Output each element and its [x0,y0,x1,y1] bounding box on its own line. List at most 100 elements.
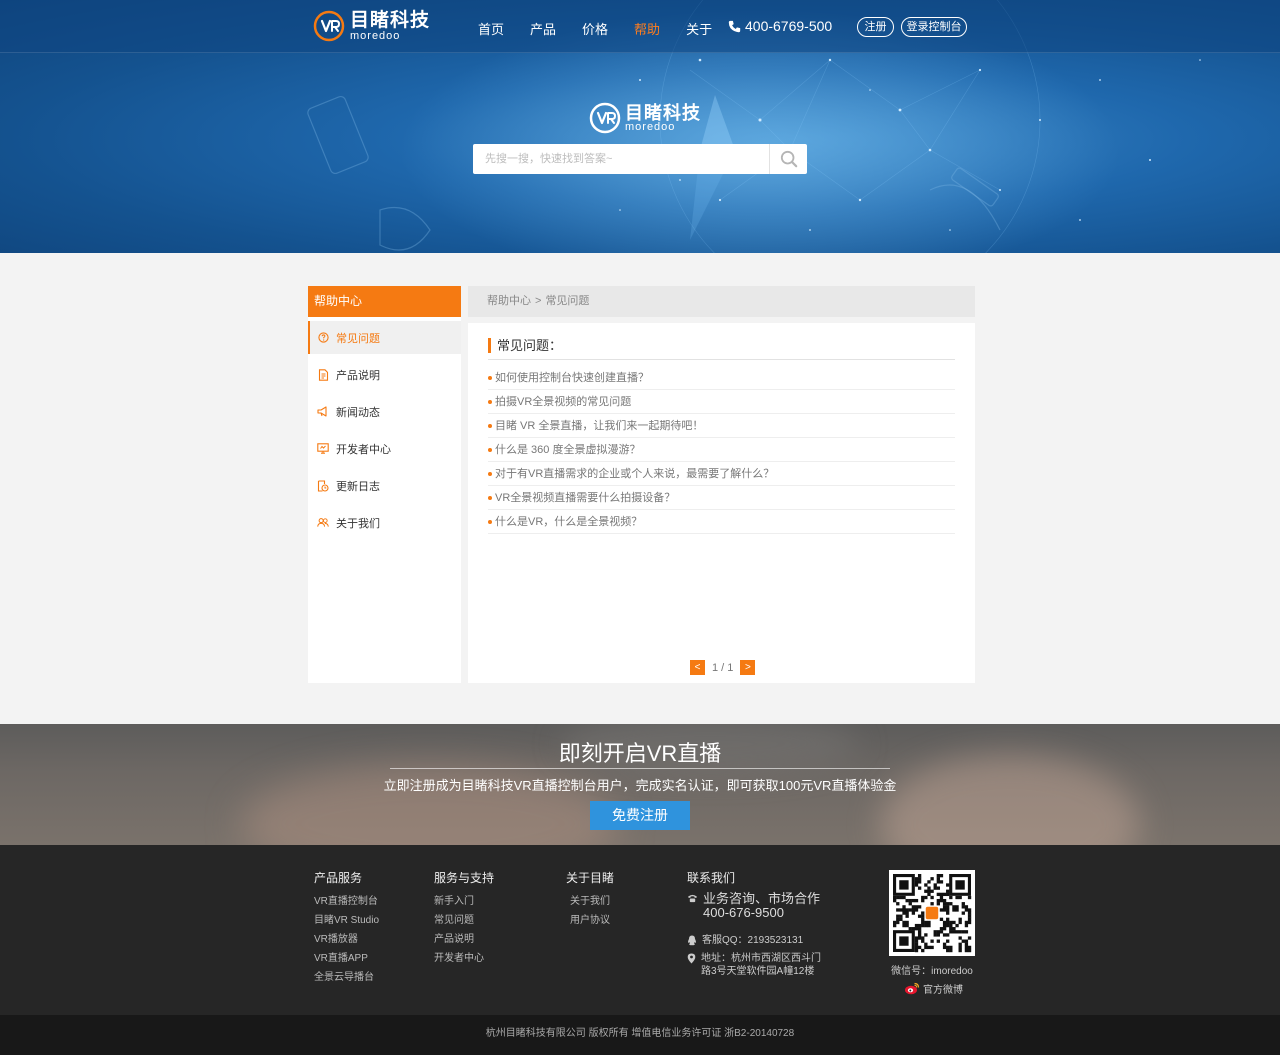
wechat-id: 微信号：imoredoo [891,966,973,977]
breadcrumb-separator: > [535,295,542,307]
search-input[interactable] [473,144,763,174]
hero-banner: 目睹科技 moredoo 首页 产品 价格 帮助 关于 400-6769-500… [0,0,1280,253]
qq-contact: 客服QQ：2193523131 [687,934,821,947]
update-log-icon [317,479,329,492]
faq-list: 如何使用控制台快速创建直播？ 拍摄VR全景视频的常见问题 目睹 VR 全景直播，… [488,366,955,534]
business-phone: 400-676-9500 [703,905,784,920]
login-console-button[interactable]: 登录控制台 [901,17,967,37]
megaphone-icon [317,406,329,418]
footer-column-title: 服务与支持 [434,871,495,885]
hero-brand-name-en: moredoo [625,120,676,133]
search-icon [780,150,797,168]
cta-divider [390,768,890,769]
help-search-box [473,144,807,174]
faq-item[interactable]: 什么是 360 度全景虚拟漫游？ [488,438,955,462]
sidebar-item-label: 更新日志 [336,480,380,493]
sidebar-item-changelog[interactable]: 更新日志 [308,469,461,502]
sidebar-item-label: 关于我们 [336,517,380,530]
footer: 产品服务 VR直播控制台 目睹VR Studio VR播放器 VR直播APP 全… [0,845,1280,1015]
sidebar-item-label: 开发者中心 [336,443,391,456]
vr-logo-icon [589,102,621,134]
footer-link[interactable]: 关于我们 [566,892,614,911]
footer-column-about: 关于目睹 关于我们 用户协议 [566,869,614,930]
footer-link[interactable]: VR直播APP [314,949,379,968]
help-sidebar: 帮助中心 常见问题 产品说明 新闻动态 开发者中心 更新日志 关于我们 [308,286,461,683]
footer-link[interactable]: 全景云导播台 [314,968,379,987]
faq-item[interactable]: VR全景视频直播需要什么拍摄设备？ [488,486,955,510]
breadcrumb-root[interactable]: 帮助中心 [487,295,531,307]
brand-name: 目睹科技 [350,9,431,31]
address-line-2: 路3号天堂软件园A幢12楼 [701,966,815,977]
nav-help[interactable]: 帮助 [634,19,660,38]
free-register-button[interactable]: 免费注册 [590,801,690,830]
phone-contact: 400-6769-500 [728,18,832,34]
weibo-label: 官方微博 [923,985,963,996]
phone-icon [728,20,741,32]
main-nav: 首页 产品 价格 帮助 关于 [478,19,738,38]
footer-column-title: 关于目睹 [566,871,615,885]
cta-banner: 即刻开启VR直播 立即注册成为目睹科技VR直播控制台用户，完成实名认证，即可获取… [0,724,1280,845]
register-button[interactable]: 注册 [857,17,894,37]
footer-column-title: 联系我们 [687,871,736,885]
document-icon [317,368,329,381]
prev-page-button[interactable]: < [690,660,705,675]
sidebar-item-news[interactable]: 新闻动态 [308,395,461,428]
nav-pricing[interactable]: 价格 [582,19,608,38]
cta-subtitle: 立即注册成为目睹科技VR直播控制台用户，完成实名认证，即可获取100元VR直播体… [383,778,897,793]
footer-link[interactable]: 目睹VR Studio [314,911,379,930]
footer-column-title: 产品服务 [314,871,363,885]
cta-title: 即刻开启VR直播 [558,741,722,766]
page-indicator: 1 / 1 [712,661,734,674]
footer-column-products: 产品服务 VR直播控制台 目睹VR Studio VR播放器 VR直播APP 全… [314,869,379,987]
search-button[interactable] [769,144,807,174]
faq-item[interactable]: 对于有VR直播需求的企业或个人来说，最需要了解什么？ [488,462,955,486]
next-page-button[interactable]: > [740,660,756,675]
sidebar-item-product-docs[interactable]: 产品说明 [308,358,461,391]
address-contact: 地址：杭州市西湖区西斗门 路3号天堂软件园A幢12楼 [687,952,821,978]
footer-link[interactable]: VR直播控制台 [314,892,379,911]
nav-home[interactable]: 首页 [478,19,504,38]
pagination: < 1 / 1 > [690,660,756,675]
weibo-link[interactable]: 官方微博 [904,981,963,996]
qq-number: 客服QQ：2193523131 [702,935,804,946]
sidebar-item-developer[interactable]: 开发者中心 [308,432,461,465]
footer-link[interactable]: 新手入门 [434,892,494,911]
faq-item[interactable]: 如何使用控制台快速创建直播？ [488,366,955,390]
people-icon [317,517,329,529]
sidebar-title: 帮助中心 [308,286,461,317]
telephone-icon [688,894,697,903]
business-contact: 业务咨询、市场合作 400-676-9500 [687,892,821,920]
footer-contact: 联系我们 业务咨询、市场合作 400-676-9500 客服QQ：2193523… [687,869,821,978]
breadcrumb: 帮助中心 > 常见问题 [468,286,975,317]
location-pin-icon [687,953,696,964]
phone-number: 400-6769-500 [745,18,833,34]
footer-link[interactable]: VR播放器 [314,930,379,949]
sidebar-item-about[interactable]: 关于我们 [308,506,461,539]
nav-products[interactable]: 产品 [530,19,556,38]
sidebar-item-faq[interactable]: 常见问题 [308,321,461,354]
faq-icon [317,332,329,344]
qq-icon [688,935,696,946]
hero-brand-name: 目睹科技 [625,102,701,123]
sidebar-menu: 常见问题 产品说明 新闻动态 开发者中心 更新日志 关于我们 [308,321,461,539]
sidebar-item-label: 常见问题 [336,332,380,345]
brand-logo[interactable]: 目睹科技 moredoo [313,10,430,42]
footer-link[interactable]: 产品说明 [434,930,494,949]
top-navigation-bar: 目睹科技 moredoo 首页 产品 价格 帮助 关于 400-6769-500… [0,0,1280,53]
address-line-1: 地址：杭州市西湖区西斗门 [701,953,821,964]
wechat-qr-code [889,870,975,956]
weibo-icon [905,982,920,995]
business-label: 业务咨询、市场合作 [703,891,821,906]
vr-logo-icon [313,10,345,42]
footer-column-support: 服务与支持 新手入门 常见问题 产品说明 开发者中心 [434,869,494,968]
footer-link[interactable]: 常见问题 [434,911,494,930]
developer-icon [317,443,329,455]
footer-link[interactable]: 开发者中心 [434,949,494,968]
faq-item[interactable]: 什么是VR，什么是全景视频？ [488,510,955,534]
copyright-bar: 杭州目睹科技有限公司 版权所有 增值电信业务许可证 浙B2-20140728 [0,1015,1280,1055]
faq-item[interactable]: 拍摄VR全景视频的常见问题 [488,390,955,414]
footer-link[interactable]: 用户协议 [566,911,614,930]
breadcrumb-current: 常见问题 [545,295,590,307]
nav-about[interactable]: 关于 [686,19,712,38]
faq-item[interactable]: 目睹 VR 全景直播，让我们来一起期待吧！ [488,414,955,438]
